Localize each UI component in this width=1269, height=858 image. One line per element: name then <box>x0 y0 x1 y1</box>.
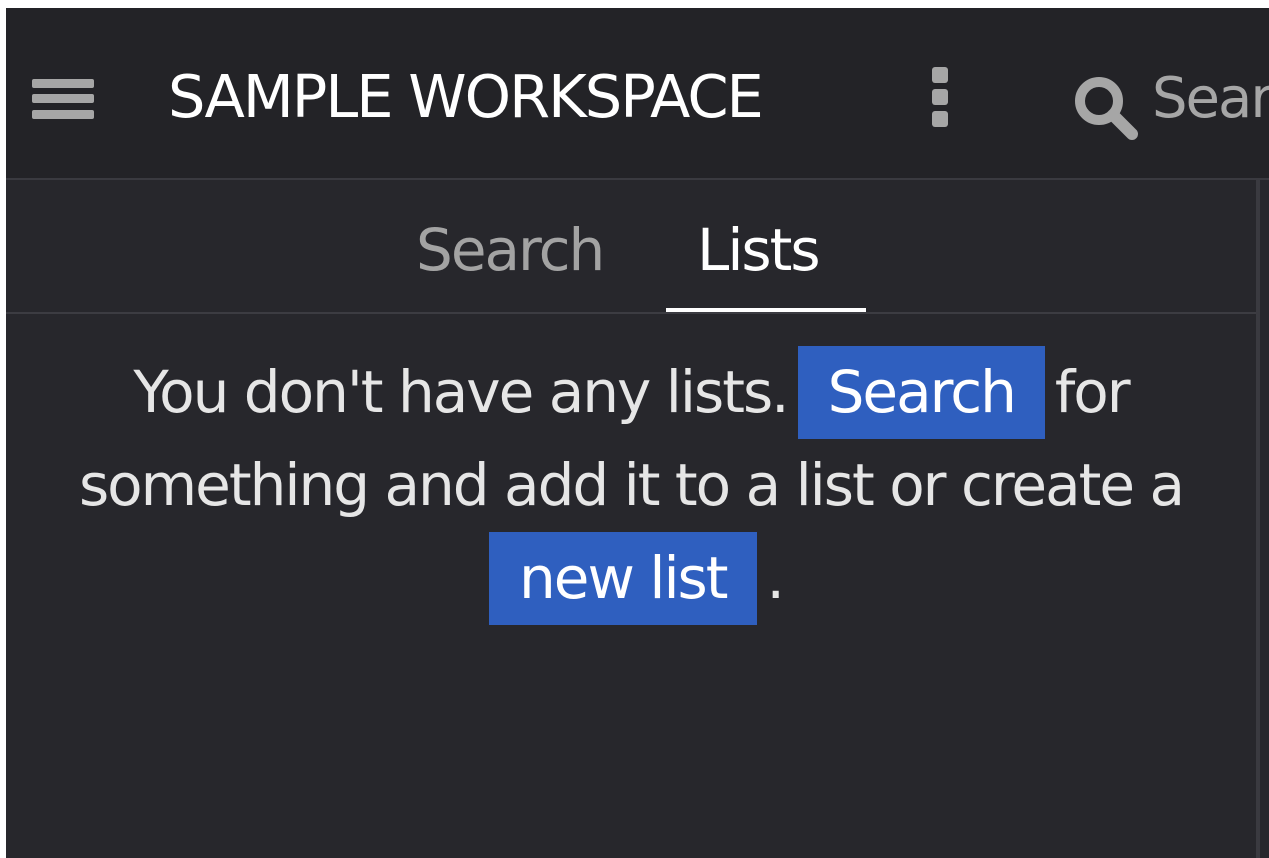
empty-state-message: You don't have any lists. Search for somet… <box>6 346 1256 625</box>
dot <box>932 89 948 105</box>
search-link-button[interactable]: Search <box>797 346 1045 439</box>
more-options-icon[interactable] <box>932 67 948 131</box>
new-list-link-button[interactable]: new list <box>489 532 757 625</box>
active-tab-indicator <box>666 308 866 312</box>
empty-state-period: . <box>766 544 785 612</box>
search-icon[interactable] <box>1072 74 1138 140</box>
menu-bar-line <box>32 79 94 88</box>
empty-state-text: You don't have any lists. <box>133 358 789 426</box>
scrollbar[interactable] <box>1256 180 1260 858</box>
menu-bar-line <box>32 94 94 103</box>
dot <box>932 111 948 127</box>
top-bar: SAMPLE WORKSPACE <box>6 8 1269 180</box>
dot <box>932 67 948 83</box>
tab-lists[interactable]: Lists <box>697 210 821 290</box>
tab-bar: Search Lists <box>6 180 1256 314</box>
search-input[interactable] <box>1152 58 1269 138</box>
tab-search[interactable]: Search <box>416 210 605 290</box>
workspace-title: SAMPLE WORKSPACE <box>168 62 764 131</box>
app-window: SAMPLE WORKSPACE Search Lists You don't … <box>6 8 1269 858</box>
hamburger-menu-icon[interactable] <box>32 79 94 119</box>
menu-bar-line <box>32 110 94 119</box>
